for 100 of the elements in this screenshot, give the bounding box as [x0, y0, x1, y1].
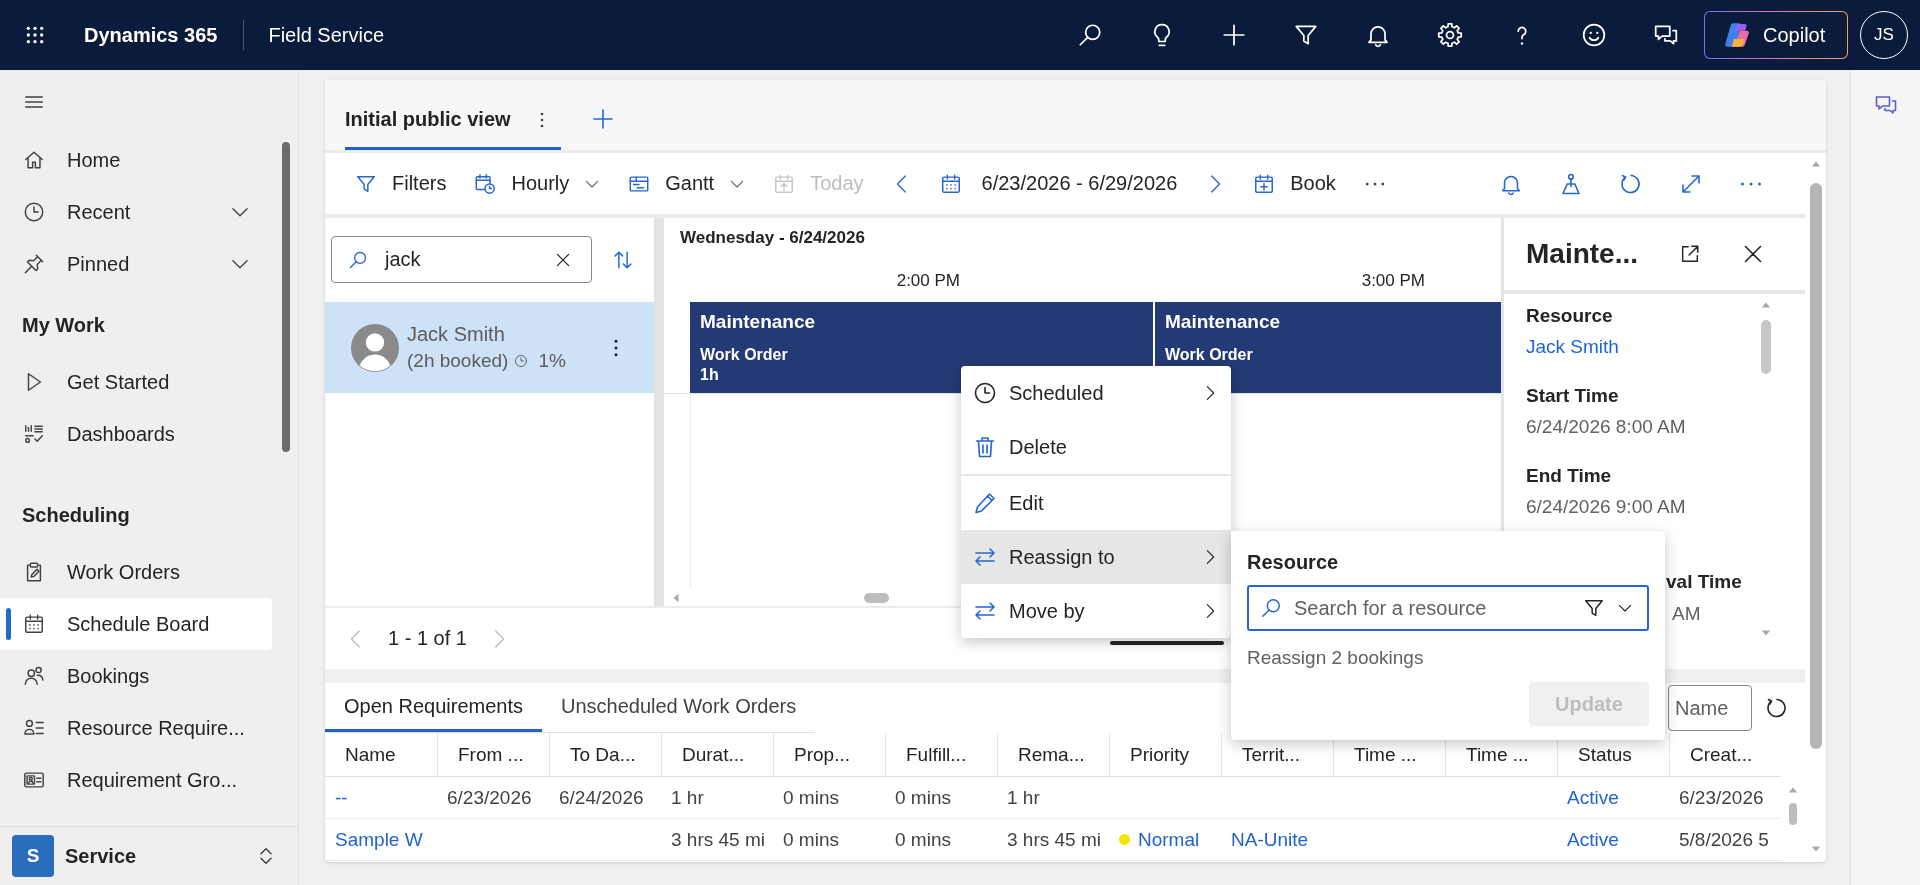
name-filter-field[interactable]: Name	[1668, 685, 1752, 731]
plus-icon[interactable]	[1221, 22, 1247, 48]
table-link[interactable]: Sample W	[335, 828, 423, 851]
smiley-icon[interactable]	[1581, 22, 1607, 48]
field-label: Start Time	[1526, 384, 1619, 408]
pencil-icon	[973, 491, 997, 515]
view-tab[interactable]: Initial public view	[345, 92, 561, 150]
time-label: 2:00 PM	[896, 271, 960, 291]
nav-item[interactable]: Schedule Board	[0, 598, 272, 650]
page-range-text: 1 - 1 of 1	[388, 627, 467, 650]
tab[interactable]: Unscheduled Work Orders	[542, 683, 816, 732]
menu-item[interactable]: Move by	[961, 584, 1231, 638]
swap-arrows-icon	[973, 545, 997, 569]
search-icon[interactable]	[1077, 22, 1103, 48]
resource-search-field[interactable]: Search for a resource	[1247, 585, 1649, 631]
column-header[interactable]: Priority	[1109, 733, 1221, 776]
field-label: Resource	[1247, 550, 1339, 575]
scrollbar-thumb[interactable]	[1809, 183, 1822, 749]
table-cell-text: 3 hrs 45 mi	[1006, 827, 1102, 852]
area-switcher[interactable]: S Service	[0, 826, 298, 885]
helper-text: Reassign 2 bookings	[1247, 646, 1424, 670]
filter-icon[interactable]	[1583, 597, 1605, 619]
copilot-button[interactable]: Copilot	[1704, 11, 1848, 59]
section-heading: My Work	[22, 312, 105, 338]
table-cell-text: 0 mins	[782, 785, 840, 810]
priority-link[interactable]: Normal	[1138, 828, 1200, 851]
search-icon	[1260, 597, 1282, 619]
calendar-icon	[939, 172, 962, 195]
field-label: Resource	[1526, 304, 1613, 328]
resource-row[interactable]: Jack Smith (2h booked) 1%	[325, 302, 654, 393]
app-name[interactable]: Dynamics 365	[84, 23, 218, 47]
popout-icon[interactable]	[1679, 243, 1701, 265]
calendar-plus-icon	[1253, 172, 1276, 195]
table-link[interactable]: Active	[1567, 828, 1619, 851]
pin-icon	[23, 253, 45, 275]
clock-icon	[514, 354, 529, 368]
trash-icon	[973, 435, 997, 459]
column-header[interactable]: Prop...	[773, 733, 885, 776]
zoom-slider-track[interactable]	[1109, 640, 1224, 645]
nav-item[interactable]: Get Started	[0, 356, 272, 408]
field-value: AM	[1672, 603, 1701, 624]
nav-item[interactable]: Pinned	[0, 238, 272, 290]
map-person-icon[interactable]	[1559, 171, 1583, 196]
table-cell-text: 6/23/2026	[1678, 785, 1765, 810]
booking-block[interactable]: Maintenance Work Order	[1155, 302, 1501, 393]
column-header[interactable]: From ...	[437, 733, 549, 776]
tab[interactable]: Open Requirements	[325, 683, 542, 732]
refresh-icon[interactable]	[1765, 696, 1789, 720]
chat-icon[interactable]	[1653, 22, 1679, 48]
filters-button[interactable]: Filters	[355, 172, 447, 195]
calendar-icon	[23, 613, 45, 635]
table-cell-text: 1 hr	[670, 785, 705, 810]
table-link[interactable]: Active	[1567, 786, 1619, 809]
table-cell-text: 0 mins	[782, 827, 840, 852]
scrollbar-thumb[interactable]	[1761, 320, 1771, 374]
nav-item[interactable]: Recent	[0, 186, 272, 238]
date-range-button[interactable]: 6/23/2026 - 6/29/2026	[939, 172, 1178, 195]
swap-arrows-icon	[973, 599, 997, 623]
book-button[interactable]: Book	[1253, 172, 1336, 195]
search-icon	[348, 249, 368, 270]
table-cell-text: 1 hr	[1006, 785, 1041, 810]
column-header[interactable]: Rema...	[997, 733, 1109, 776]
calendar-clock-icon	[474, 172, 497, 195]
column-header[interactable]: To Da...	[549, 733, 661, 776]
section-heading: Scheduling	[22, 502, 130, 528]
time-label: 3:00 PM	[1361, 271, 1425, 291]
column-header[interactable]: Name	[325, 733, 437, 776]
view-mode-dropdown[interactable]: Gantt	[628, 172, 746, 195]
nav-item[interactable]: Work Orders	[0, 546, 272, 598]
panel-title: Mainte...	[1526, 238, 1638, 270]
nav-item[interactable]: Dashboards	[0, 408, 272, 460]
column-header[interactable]: Creat...	[1669, 733, 1781, 776]
nav-item[interactable]: Bookings	[0, 650, 272, 702]
menu-item[interactable]: Delete	[961, 420, 1231, 474]
waffle-menu-icon[interactable]	[25, 25, 45, 45]
clock-icon	[973, 381, 997, 405]
area-avatar: S	[12, 835, 54, 877]
search-field[interactable]: jack	[331, 236, 592, 283]
table-link[interactable]: NA-Unite	[1231, 828, 1309, 851]
settings-icon[interactable]	[1437, 22, 1463, 48]
scrollbar-thumb[interactable]	[864, 592, 889, 603]
area-title: Field Service	[268, 23, 385, 47]
table-cell-text: 5/8/2026 5	[1678, 827, 1770, 852]
resource-link[interactable]: Jack Smith	[1526, 336, 1619, 357]
people-icon	[23, 665, 45, 687]
column-header[interactable]: Fulfill...	[885, 733, 997, 776]
column-header[interactable]: Durat...	[661, 733, 773, 776]
nav-item[interactable]: Home	[0, 134, 272, 186]
dashboard-icon	[23, 423, 45, 445]
menu-item[interactable]: Reassign to	[961, 530, 1231, 584]
nav-item[interactable]: Requirement Gro...	[0, 754, 272, 806]
field-label: End Time	[1526, 464, 1612, 488]
scrollbar-thumb[interactable]	[1789, 803, 1797, 825]
clock-icon	[23, 201, 45, 223]
nav-item[interactable]: Resource Require...	[0, 702, 272, 754]
table-link[interactable]: --	[335, 786, 348, 809]
field-value: 6/24/2026 9:00 AM	[1526, 496, 1686, 517]
scrollbar-thumb[interactable]	[282, 142, 290, 452]
table-cell-text: 6/24/2026	[558, 785, 645, 810]
time-scale-dropdown[interactable]: Hourly	[474, 172, 601, 195]
